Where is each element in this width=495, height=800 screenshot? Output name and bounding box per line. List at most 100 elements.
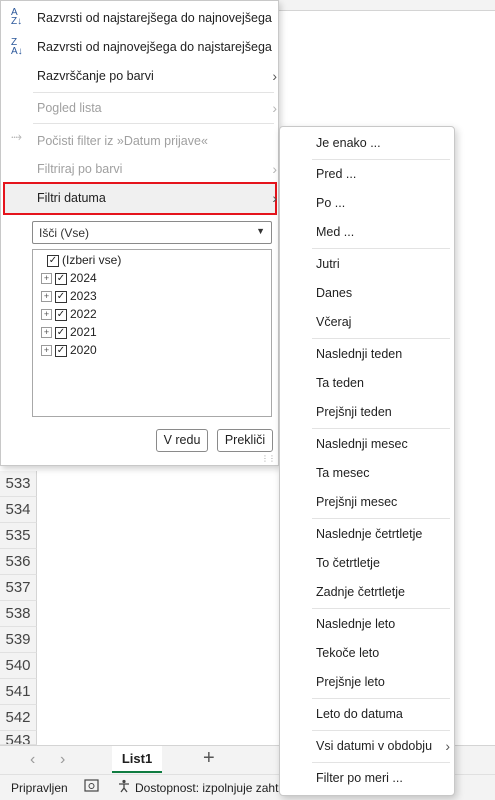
submenu-after[interactable]: Po ... [316,192,345,214]
chevron-right-icon[interactable]: › [60,751,65,769]
expand-icon[interactable]: + [41,273,52,285]
chevron-right-icon: › [272,190,277,206]
tree-item-year[interactable]: + ✓ 2021 [41,323,97,341]
tree-item-year[interactable]: + ✓ 2020 [41,341,97,359]
tree-item-year[interactable]: + ✓ 2022 [41,305,97,323]
menu-sheet-view: Pogled lista › [37,97,277,119]
menu-date-filters[interactable]: Filtri datuma › [37,187,277,209]
sheet-tab-label: List1 [121,751,153,766]
submenu-last-quarter[interactable]: Zadnje četrtletje [316,581,405,603]
ok-button[interactable]: V redu [156,429,208,452]
checkbox-checked-icon[interactable]: ✓ [55,272,67,285]
sort-ascending-icon: A Z↓ [11,7,23,27]
menu-sheet-view-label: Pogled lista [37,101,102,115]
tree-item-year[interactable]: + ✓ 2023 [41,287,97,305]
autofilter-panel: A Z↓ Razvrsti od najstarejšega do najnove… [0,0,279,466]
tree-item-label: 2021 [70,325,97,339]
menu-separator [312,518,450,519]
checkbox-checked-icon[interactable]: ✓ [55,344,67,357]
submenu-this-week[interactable]: Ta teden [316,372,364,394]
row-number[interactable]: 535 [0,523,37,549]
expand-icon[interactable]: + [41,345,52,357]
submenu-yesterday[interactable]: Včeraj [316,311,351,333]
menu-separator [312,698,450,699]
date-filters-submenu: Je enako ... Pred ... Po ... Med ... Jut… [279,126,455,796]
search-select[interactable]: Išči (Vse) ▼ [32,221,272,244]
submenu-last-week[interactable]: Prejšnji teden [316,401,392,423]
submenu-before[interactable]: Pred ... [316,163,356,185]
checkbox-checked-icon[interactable]: ✓ [47,254,59,267]
resize-grip-icon[interactable]: ⋮⋮ [261,454,276,463]
menu-separator [312,762,450,763]
submenu-last-year[interactable]: Prejšnje leto [316,671,385,693]
menu-sort-descending[interactable]: Razvrsti od najnovejšega do najstarejšeg… [37,36,272,58]
filter-value-tree[interactable]: ✓ (Izberi vse) + ✓ 2024 + ✓ 2023 + ✓ 2022 + ✓ 202… [32,249,272,417]
chevron-right-icon: › [272,161,277,177]
menu-separator [312,730,450,731]
plus-icon[interactable]: + [203,747,215,770]
search-select-value: Išči (Vse) [39,226,90,240]
chevron-right-icon: › [445,738,450,754]
expand-icon[interactable]: + [41,309,52,321]
menu-separator [312,428,450,429]
checkbox-checked-icon[interactable]: ✓ [55,308,67,321]
submenu-next-year[interactable]: Naslednje leto [316,613,395,635]
submenu-next-week[interactable]: Naslednji teden [316,343,402,365]
checkbox-checked-icon[interactable]: ✓ [55,326,67,339]
submenu-year-to-date[interactable]: Leto do datuma [316,703,403,725]
row-number[interactable]: 538 [0,601,37,627]
cancel-button[interactable]: Prekliči [217,429,273,452]
tree-item-year[interactable]: + ✓ 2024 [41,269,97,287]
expand-icon[interactable]: + [41,327,52,339]
submenu-today[interactable]: Danes [316,282,352,304]
menu-separator [312,248,450,249]
menu-date-filters-label: Filtri datuma [37,191,106,205]
row-number[interactable]: 541 [0,679,37,705]
clear-filter-icon: ⤑ [11,128,23,144]
submenu-custom-filter[interactable]: Filter po meri ... [316,767,403,789]
tree-item-label: 2023 [70,289,97,303]
tree-item-label: 2024 [70,271,97,285]
menu-separator [33,123,274,124]
menu-clear-filter: Počisti filter iz »Datum prijave« [37,134,208,148]
submenu-this-month[interactable]: Ta mesec [316,462,370,484]
row-number[interactable]: 543 [0,731,37,745]
row-number[interactable]: 536 [0,549,37,575]
submenu-last-month[interactable]: Prejšnji mesec [316,491,397,513]
accessibility-icon[interactable] [117,779,131,796]
submenu-next-month[interactable]: Naslednji mesec [316,433,408,455]
chevron-left-icon[interactable]: ‹ [30,751,35,769]
submenu-tomorrow[interactable]: Jutri [316,253,340,275]
submenu-all-dates-in-period[interactable]: Vsi datumi v obdobju › [316,735,450,757]
submenu-equals[interactable]: Je enako ... [316,132,381,154]
submenu-between[interactable]: Med ... [316,221,354,243]
menu-sort-by-color[interactable]: Razvrščanje po barvi › [37,65,277,87]
accessibility-status[interactable]: Dostopnost: izpolnjuje zaht [135,781,278,795]
row-number[interactable]: 542 [0,705,37,731]
sheet-tab-list1[interactable]: List1 [112,746,162,773]
caret-down-icon: ▼ [256,226,265,236]
menu-separator [33,92,274,93]
tree-item-label: 2020 [70,343,97,357]
row-number[interactable]: 537 [0,575,37,601]
tree-item-label: 2022 [70,307,97,321]
chevron-right-icon: › [272,68,277,84]
expand-icon[interactable]: + [41,291,52,303]
checkbox-checked-icon[interactable]: ✓ [55,290,67,303]
menu-filter-by-color-label: Filtriraj po barvi [37,162,123,176]
row-number[interactable]: 540 [0,653,37,679]
submenu-this-quarter[interactable]: To četrtletje [316,552,380,574]
submenu-this-year[interactable]: Tekoče leto [316,642,379,664]
row-number[interactable]: 539 [0,627,37,653]
submenu-all-dates-label: Vsi datumi v obdobju [316,739,433,753]
row-number[interactable]: 534 [0,497,37,523]
menu-sort-ascending[interactable]: Razvrsti od najstarejšega do najnovejšeg… [37,7,272,29]
submenu-next-quarter[interactable]: Naslednje četrtletje [316,523,422,545]
menu-separator [312,338,450,339]
menu-separator [312,608,450,609]
tree-item-select-all[interactable]: ✓ (Izberi vse) [47,251,121,269]
macro-record-icon[interactable] [84,779,99,796]
menu-separator [312,159,450,160]
chevron-right-icon: › [272,100,277,116]
row-number[interactable]: 533 [0,471,37,497]
